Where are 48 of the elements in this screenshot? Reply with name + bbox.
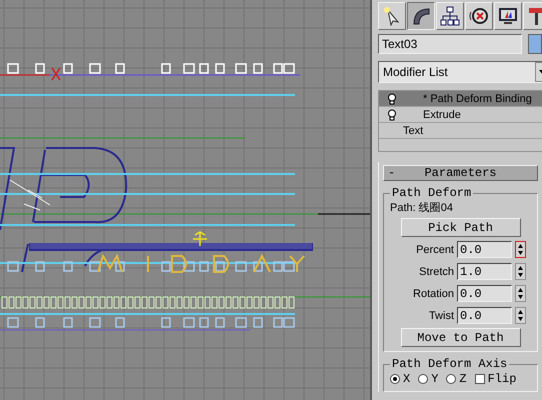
parameters-rollout-header[interactable]: - Parameters xyxy=(383,165,538,181)
spinner-label: Stretch xyxy=(418,266,454,278)
object-name-field[interactable]: Text03 xyxy=(378,34,522,54)
modifier-list-dropdown[interactable]: Modifier List xyxy=(378,61,542,83)
spinner-label: Twist xyxy=(428,310,454,322)
up-down-arrows-icon xyxy=(517,265,524,278)
axis-radio[interactable]: Z xyxy=(446,372,467,386)
path-label: Path: 线圈04 xyxy=(390,201,454,215)
monitor-icon xyxy=(498,6,518,26)
hammer-icon xyxy=(527,6,542,26)
radio-dot[interactable] xyxy=(390,374,400,384)
spinner-arrows[interactable] xyxy=(515,307,526,324)
axis-radio[interactable]: X xyxy=(390,372,410,386)
hierarchy-icon xyxy=(440,6,460,26)
rollout-title: Parameters xyxy=(423,166,498,180)
pick-path-button[interactable]: Pick Path xyxy=(400,218,520,237)
command-tab[interactable] xyxy=(407,2,435,30)
modifier-stack-item[interactable]: Text xyxy=(379,123,542,139)
spinner-field[interactable]: 0.0 xyxy=(457,307,512,324)
move-to-path-button[interactable]: Move to Path xyxy=(400,328,520,347)
spinner-arrows[interactable] xyxy=(515,241,526,258)
wheel-icon xyxy=(469,6,489,26)
lightbulb-icon[interactable] xyxy=(387,108,397,120)
up-down-arrows-icon xyxy=(517,287,524,300)
spinner-arrows[interactable] xyxy=(515,263,526,280)
group-title: Path Deform Axis xyxy=(391,357,508,371)
up-down-arrows-icon xyxy=(517,309,524,322)
modifier-list-label: Modifier List xyxy=(382,64,449,81)
up-down-arrows-icon xyxy=(517,243,524,256)
checkbox[interactable] xyxy=(474,374,485,384)
modifier-stack-item[interactable]: * Path Deform Binding xyxy=(379,91,542,107)
spinner-label: Percent xyxy=(415,244,454,256)
spinner-field[interactable]: 0.0 xyxy=(457,241,512,258)
modifier-stack-item[interactable]: Extrude xyxy=(379,107,542,123)
spinner-field[interactable]: 0.0 xyxy=(457,285,512,302)
spinner-arrows[interactable] xyxy=(515,285,526,302)
spinner-label: Rotation xyxy=(412,288,454,300)
cursor-icon xyxy=(382,6,402,26)
radio-dot[interactable] xyxy=(446,374,456,384)
curve-icon xyxy=(411,6,431,26)
flip-checkbox[interactable]: Flip xyxy=(474,372,516,386)
radio-dot[interactable] xyxy=(418,374,428,384)
collapse-sign: - xyxy=(387,166,396,180)
spinner-field[interactable]: 1.0 xyxy=(457,263,512,280)
lightbulb-icon[interactable] xyxy=(387,92,397,104)
color-swatch[interactable] xyxy=(528,34,542,54)
group-title: Path Deform xyxy=(391,186,472,200)
axis-radio[interactable]: Y xyxy=(418,372,438,386)
